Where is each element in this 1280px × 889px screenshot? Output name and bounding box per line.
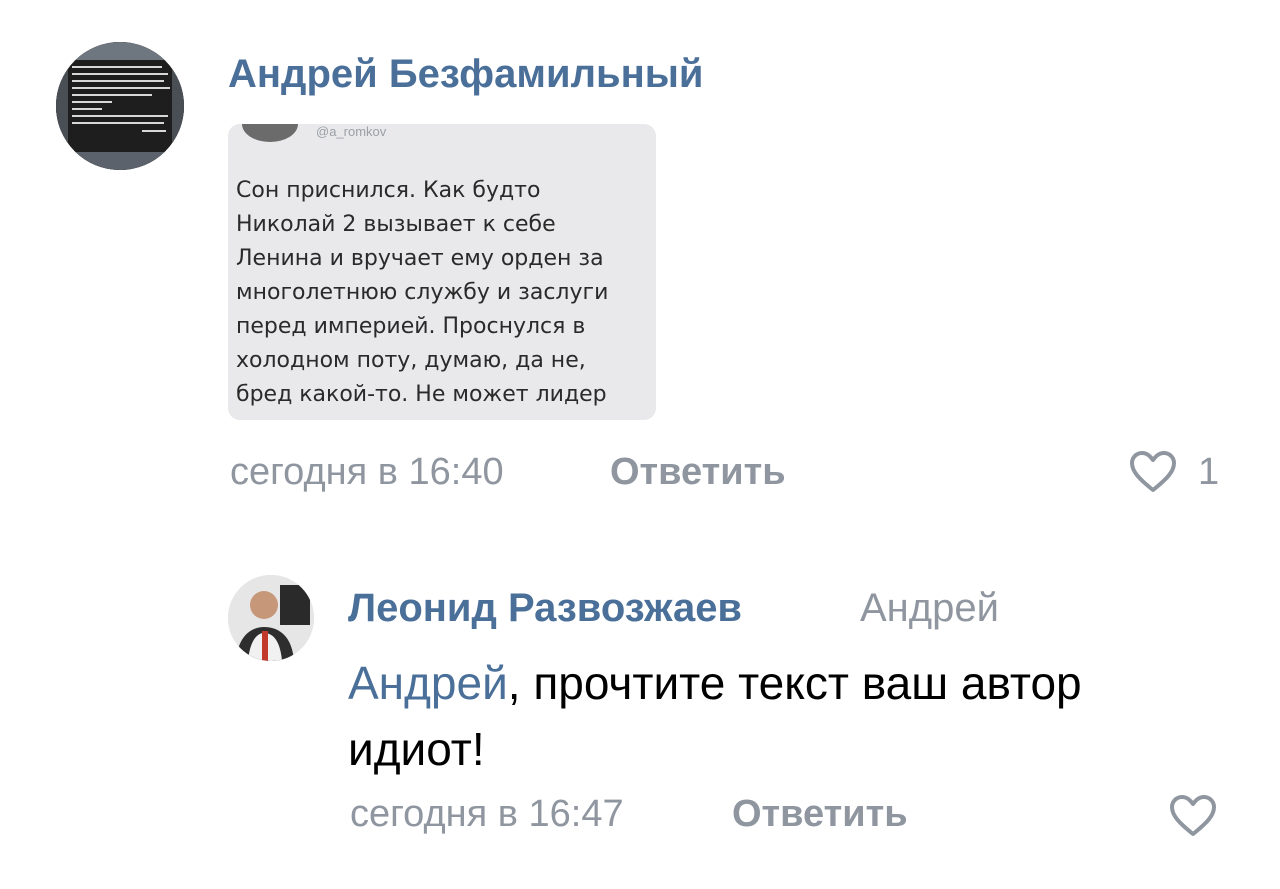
attached-image[interactable]: @a_romkov Сон приснился. Как будто Никол… bbox=[228, 124, 656, 420]
like-count: 1 bbox=[1198, 451, 1220, 493]
like-button[interactable] bbox=[1168, 792, 1218, 840]
comment-timestamp: сегодня в 16:47 bbox=[350, 793, 624, 835]
avatar-image bbox=[228, 575, 314, 661]
avatar[interactable] bbox=[56, 42, 184, 170]
like-button[interactable]: 1 bbox=[1128, 448, 1219, 496]
reply-button[interactable]: Ответить bbox=[610, 450, 786, 494]
attachment-text: Сон приснился. Как будто Николай 2 вызыв… bbox=[236, 178, 609, 407]
attachment-avatar bbox=[242, 124, 298, 142]
comment-timestamp: сегодня в 16:40 bbox=[230, 451, 504, 493]
mention-link[interactable]: Андрей bbox=[348, 657, 508, 709]
comment-author[interactable]: Андрей Безфамильный bbox=[228, 50, 704, 98]
reply-to-name[interactable]: Андрей bbox=[860, 584, 999, 632]
heart-outline-icon bbox=[1128, 450, 1178, 494]
avatar[interactable] bbox=[228, 575, 314, 661]
heart-outline-icon bbox=[1168, 794, 1218, 838]
comment-text: Андрей, прочтите текст ваш автор идиот! bbox=[348, 650, 1228, 782]
avatar-image bbox=[56, 42, 184, 170]
reply-button[interactable]: Ответить bbox=[732, 792, 908, 836]
attachment-handle: @a_romkov bbox=[316, 124, 387, 139]
comment-author[interactable]: Леонид Развозжаев bbox=[348, 584, 742, 632]
comment-reply: Леонид Развозжаев Андрей Андрей, прочтит… bbox=[0, 520, 1280, 889]
comment: Андрей Безфамильный @a_romkov Сон присни… bbox=[0, 0, 1280, 520]
